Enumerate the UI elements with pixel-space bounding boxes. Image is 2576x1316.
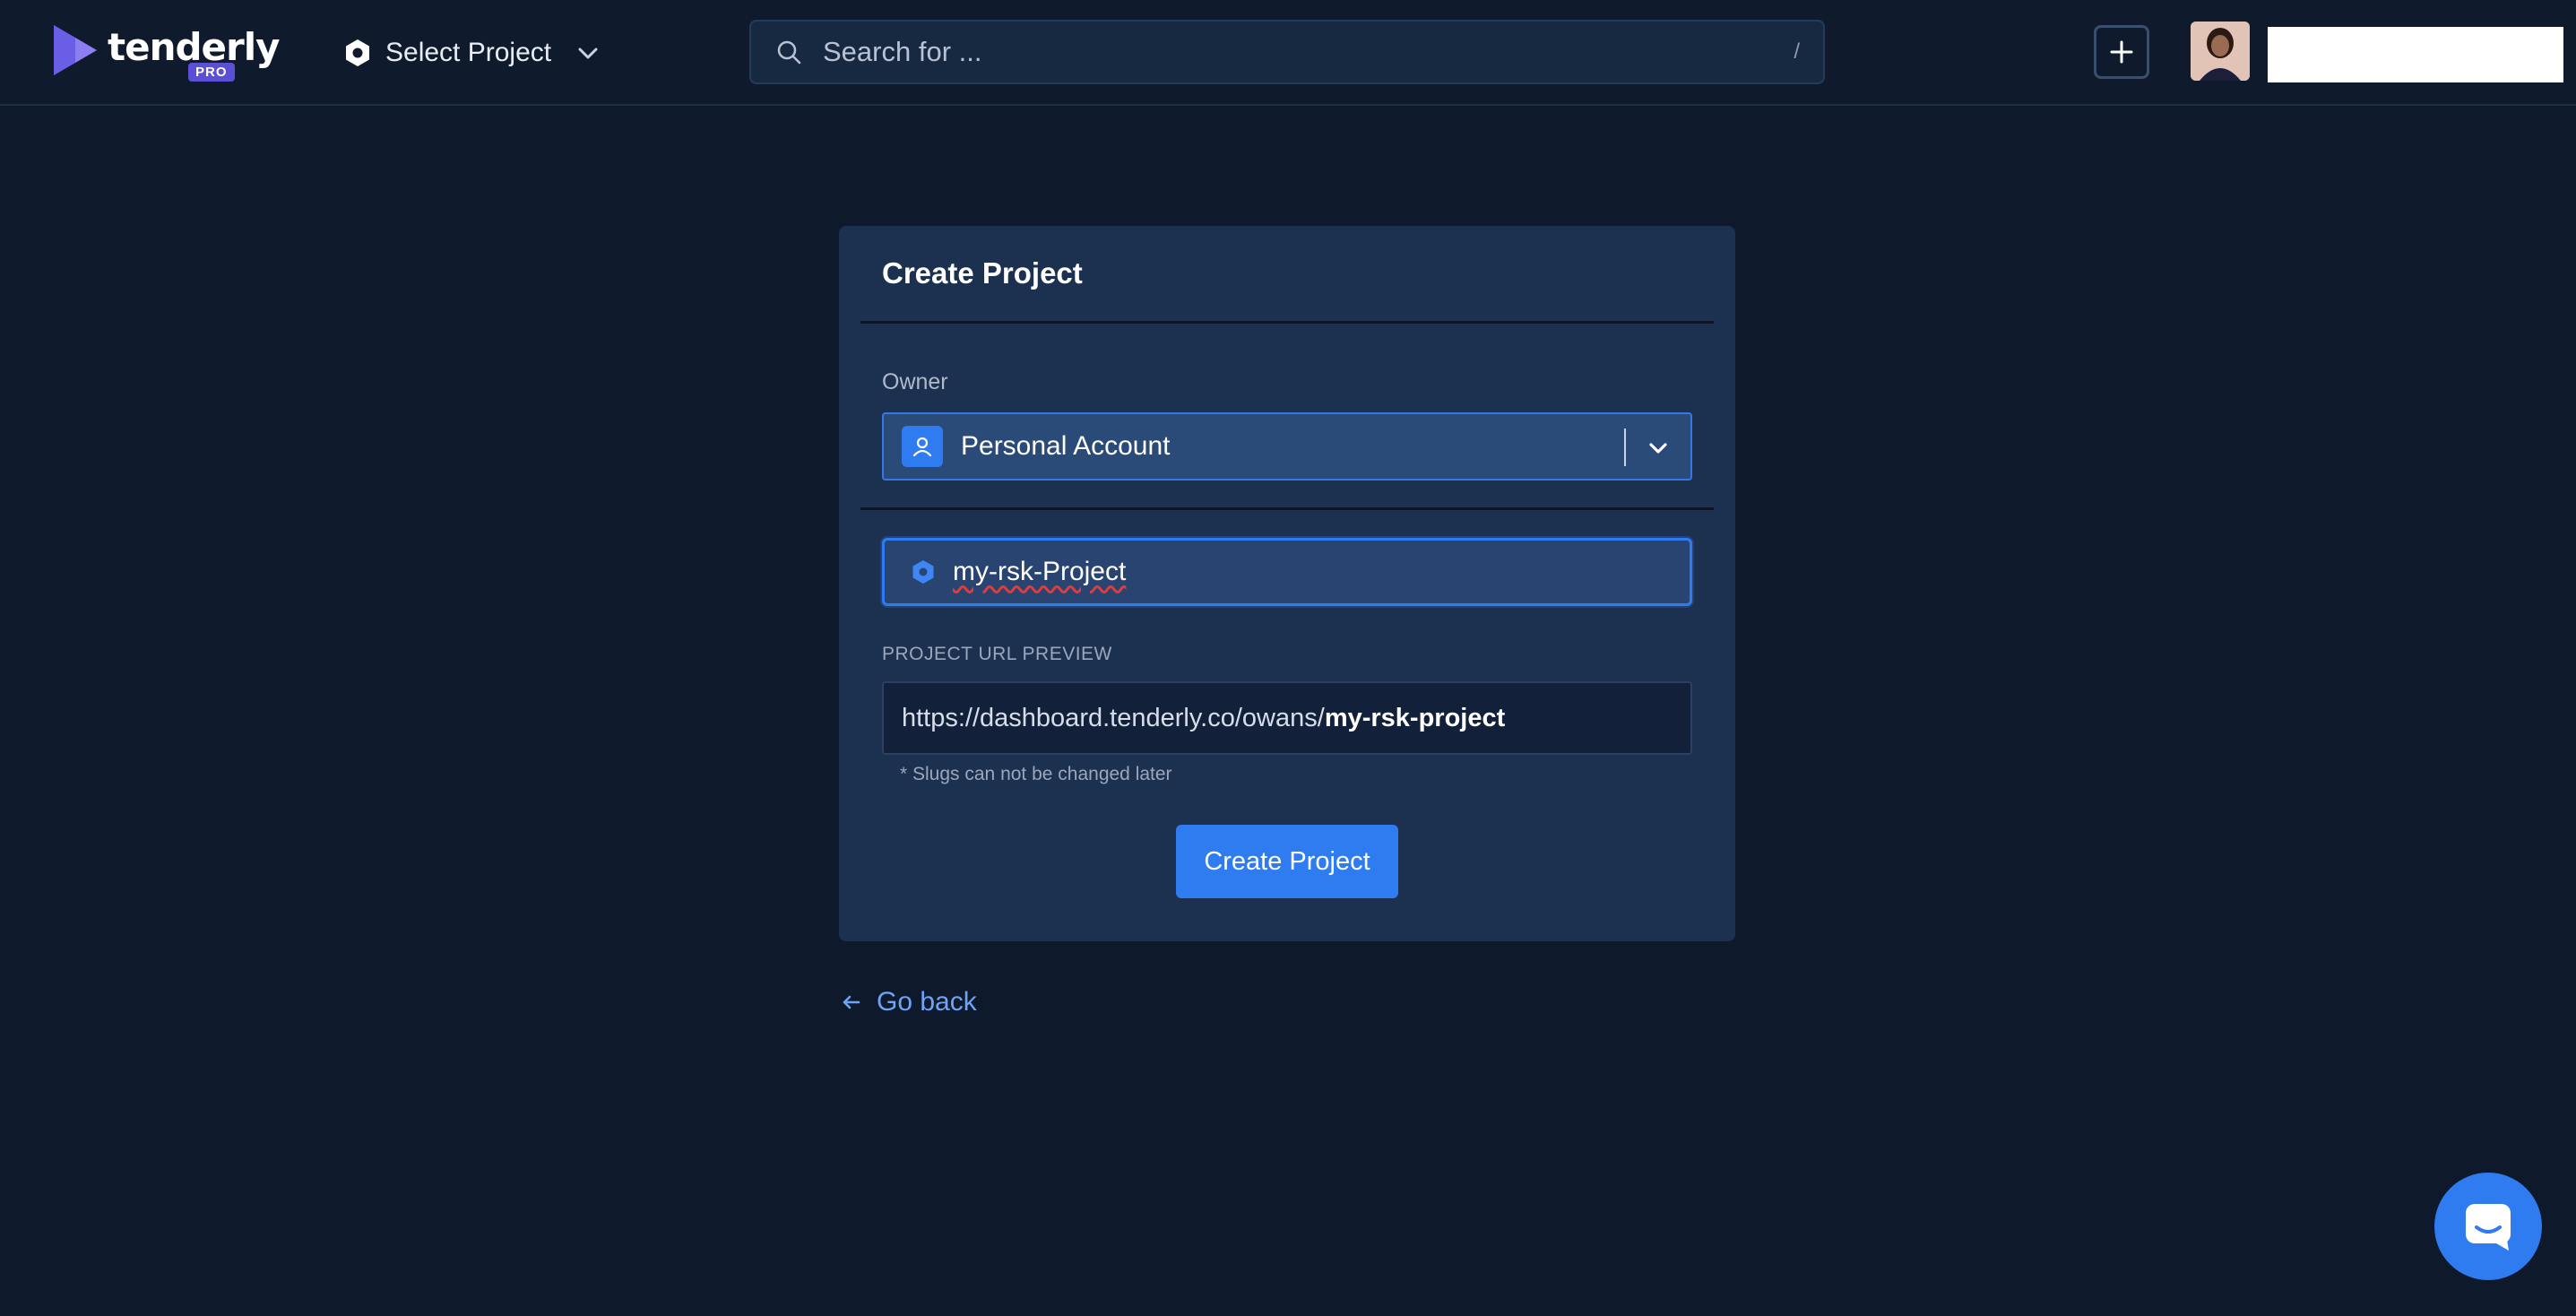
project-selector[interactable]: Select Project (342, 30, 602, 75)
top-navigation-bar: tenderly PRO Select Project Search for .… (0, 0, 2576, 106)
user-icon (902, 426, 943, 467)
owner-divider (860, 507, 1714, 510)
avatar-image (2191, 22, 2250, 81)
select-separator (1624, 429, 1626, 466)
owner-select[interactable]: Personal Account (882, 412, 1692, 481)
arrow-left-icon (843, 995, 860, 1009)
title-divider (860, 321, 1714, 324)
search-shortcut-hint: / (1794, 39, 1800, 64)
tenderly-logo[interactable]: tenderly PRO (50, 22, 280, 84)
hexagon-icon (912, 560, 934, 584)
user-avatar[interactable] (2191, 22, 2250, 81)
url-preview-field: https://dashboard.tenderly.co/owans/my-r… (882, 681, 1692, 755)
chevron-down-icon[interactable] (1642, 432, 1674, 464)
plus-icon (2110, 40, 2133, 64)
add-button[interactable] (2094, 25, 2149, 79)
url-preview-label: PROJECT URL PREVIEW (882, 644, 1112, 664)
pro-badge: PRO (188, 63, 235, 82)
create-project-card: Create Project Owner Personal Account my… (839, 226, 1735, 941)
hexagon-icon (346, 39, 369, 66)
go-back-link[interactable]: Go back (839, 983, 977, 1022)
chevron-down-icon (578, 48, 598, 59)
search-icon (777, 40, 801, 65)
project-name-input[interactable]: my-rsk-Project (882, 538, 1692, 606)
url-slug: my-rsk-project (1324, 703, 1506, 732)
card-title: Create Project (882, 256, 1083, 290)
go-back-label: Go back (877, 987, 977, 1017)
owner-label: Owner (882, 369, 948, 394)
chat-support-button[interactable] (2434, 1173, 2542, 1280)
owner-select-value: Personal Account (961, 431, 1171, 461)
tenderly-logo-icon (54, 25, 97, 75)
username-redacted (2268, 27, 2563, 82)
create-project-button[interactable]: Create Project (1176, 825, 1398, 898)
project-selector-label: Select Project (385, 38, 552, 67)
slug-note: * Slugs can not be changed later (900, 764, 1172, 784)
url-base: https://dashboard.tenderly.co/owans/ (902, 703, 1325, 732)
search-placeholder: Search for ... (823, 36, 982, 67)
chat-icon (2466, 1204, 2511, 1251)
search-bar[interactable]: Search for ... / (749, 20, 1825, 84)
project-name-value: my-rsk-Project (953, 557, 1127, 586)
